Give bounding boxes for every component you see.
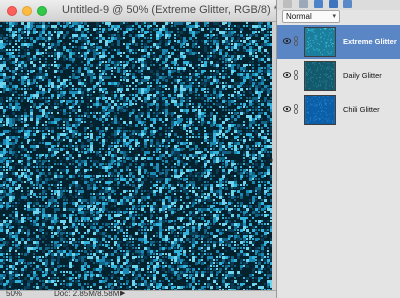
- adjustment-layer-icon[interactable]: [299, 0, 308, 8]
- minimize-window-button[interactable]: [22, 6, 32, 16]
- layer-name: Daily Glitter: [343, 71, 382, 80]
- eye-icon[interactable]: [283, 72, 291, 78]
- lock-icon[interactable]: [329, 0, 338, 8]
- close-window-button[interactable]: [7, 6, 17, 16]
- layers-panel: Normal ▾ Extreme Glitter Daily Glitter Chi…: [276, 0, 400, 298]
- zoom-level[interactable]: 50%: [6, 291, 22, 298]
- link-chain-icon[interactable]: [294, 70, 298, 80]
- layer-row[interactable]: Extreme Glitter: [277, 25, 400, 59]
- layer-row[interactable]: Chili Glitter: [277, 93, 400, 127]
- document-window: Untitled-9 @ 50% (Extreme Glitter, RGB/8…: [0, 0, 278, 298]
- link-chain-icon[interactable]: [294, 104, 298, 114]
- layer-row[interactable]: Daily Glitter: [277, 59, 400, 93]
- layer-thumbnail[interactable]: [304, 95, 336, 125]
- trash-icon[interactable]: [314, 0, 323, 8]
- blend-mode-select[interactable]: Normal ▾: [282, 10, 340, 23]
- layer-name: Chili Glitter: [343, 105, 380, 114]
- panel-resize-handle-icon[interactable]: ◂: [269, 156, 273, 164]
- zoom-window-button[interactable]: [37, 6, 47, 16]
- layer-thumbnail[interactable]: [304, 61, 336, 91]
- new-layer-icon[interactable]: [283, 0, 292, 8]
- document-title: Untitled-9 @ 50% (Extreme Glitter, RGB/8…: [62, 4, 278, 16]
- eye-icon[interactable]: [283, 38, 291, 44]
- layers-toolbar: [277, 0, 400, 10]
- layer-name: Extreme Glitter: [343, 37, 397, 46]
- glitter-canvas-image[interactable]: [0, 22, 272, 290]
- status-bar: 50% Doc: 2.85M/8.58M ▶: [0, 290, 276, 298]
- document-size: Doc: 2.85M/8.58M: [54, 290, 120, 298]
- chevron-down-icon: ▾: [332, 13, 336, 20]
- blend-mode-value: Normal: [286, 12, 312, 21]
- status-menu-arrow-icon[interactable]: ▶: [120, 291, 125, 298]
- layer-thumbnail[interactable]: [304, 27, 336, 57]
- document-titlebar[interactable]: Untitled-9 @ 50% (Extreme Glitter, RGB/8…: [0, 0, 278, 22]
- canvas[interactable]: [0, 22, 272, 290]
- eye-icon[interactable]: [283, 106, 291, 112]
- link-chain-icon[interactable]: [294, 36, 298, 46]
- link-layers-icon[interactable]: [343, 0, 352, 8]
